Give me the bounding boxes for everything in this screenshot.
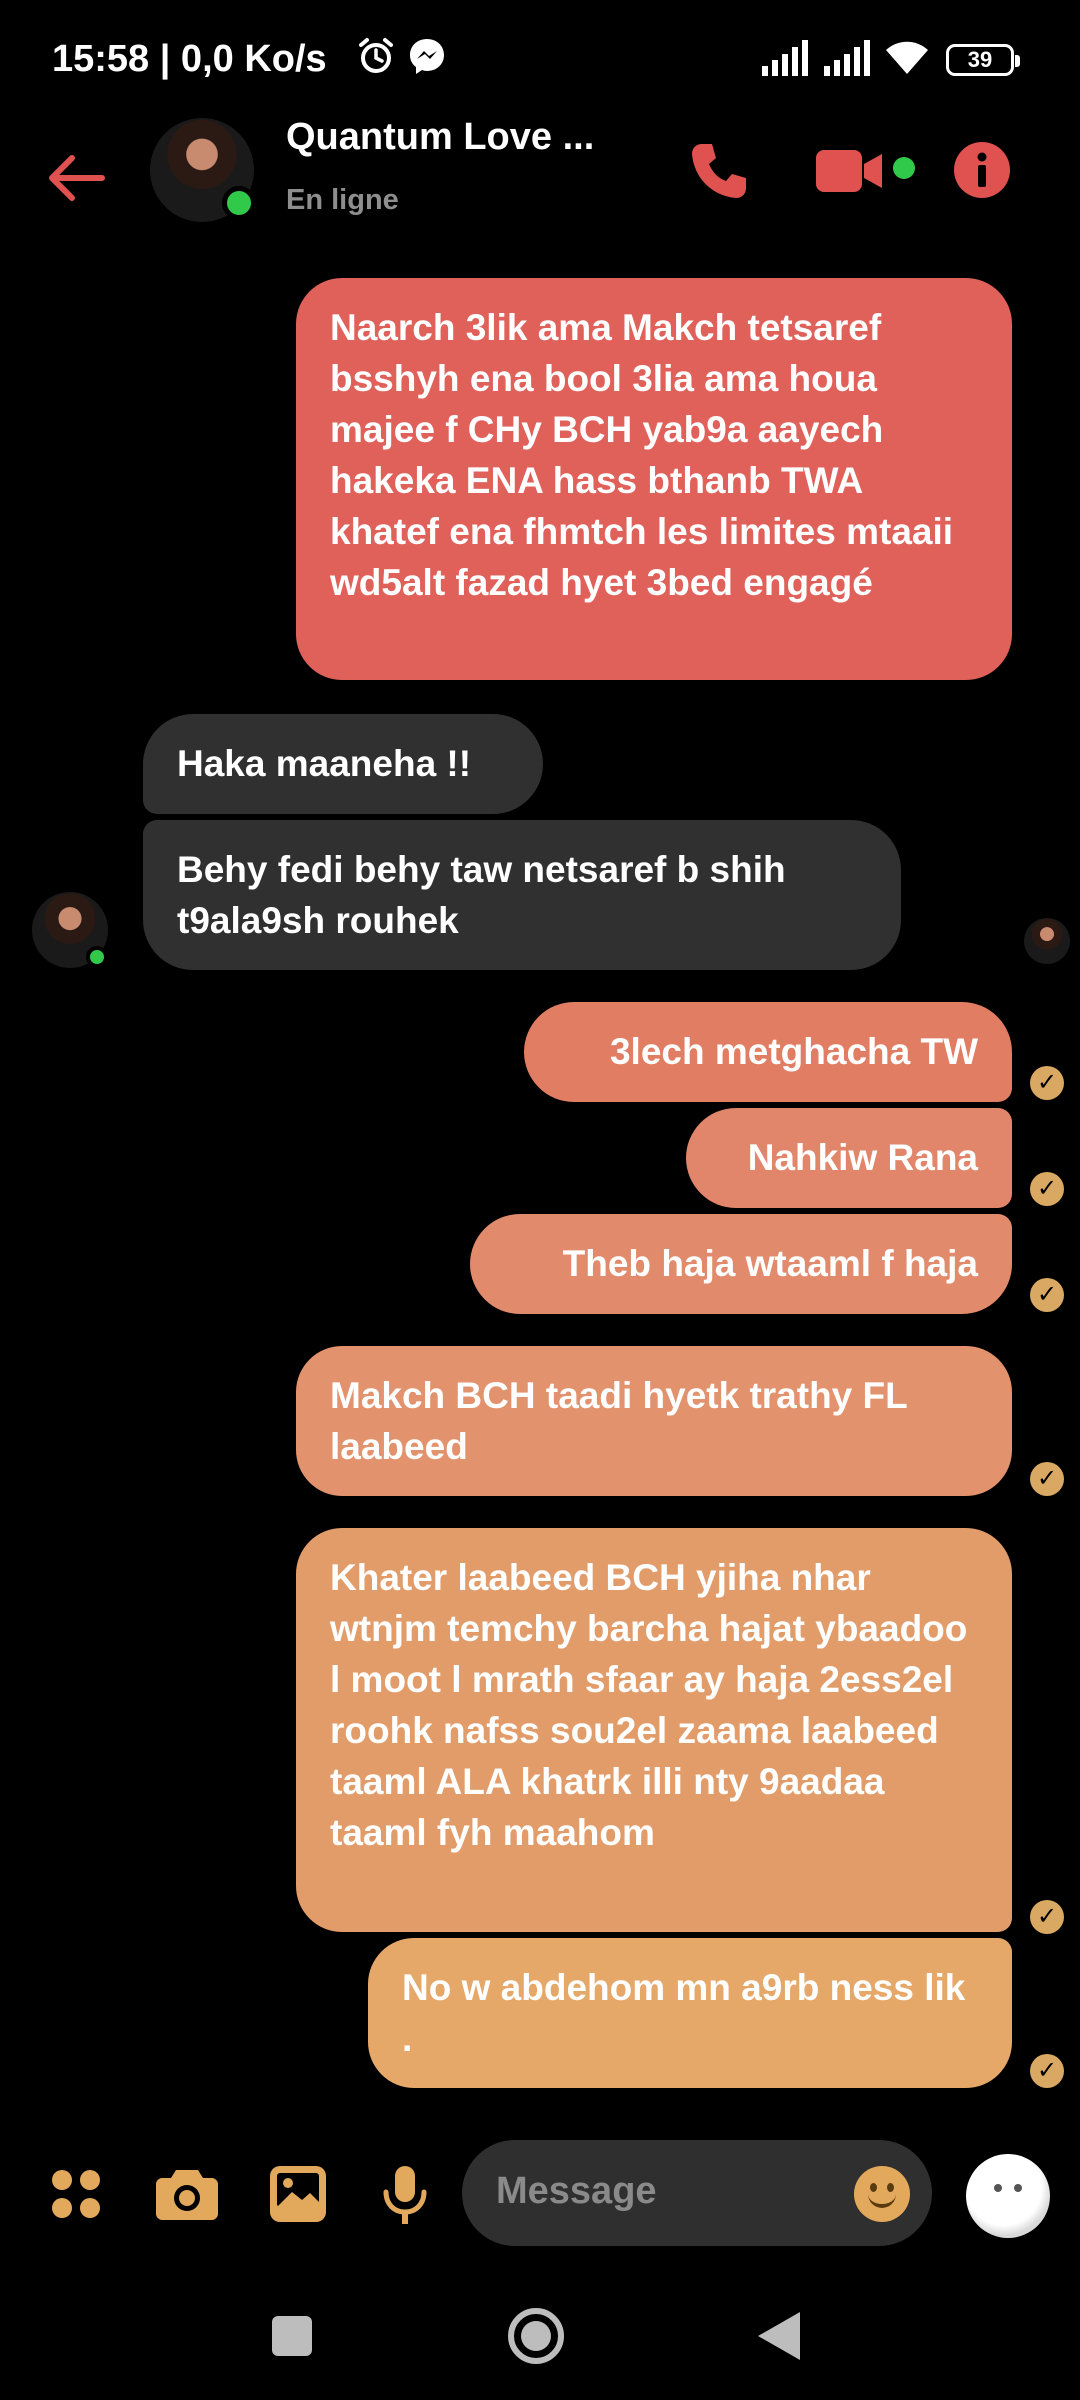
nav-home-icon[interactable] [506,2306,566,2366]
message-bubble-sent[interactable]: Nahkiw Rana [686,1108,1012,1208]
system-nav-bar [0,2290,1080,2400]
contact-name[interactable]: Quantum Love ... [286,116,594,159]
message-bubble-sent[interactable]: Theb haja wtaaml f haja [470,1214,1012,1314]
gallery-icon[interactable] [270,2166,326,2222]
signal-icon [762,40,808,76]
message-composer: Message [0,2140,1080,2260]
message-input-placeholder: Message [496,2170,657,2212]
message-input[interactable]: Message [462,2140,932,2246]
delivered-check-icon: ✓ [1030,1066,1064,1100]
messenger-icon [410,39,444,74]
conversation-header: Quantum Love ... En ligne [0,110,1080,250]
back-arrow-icon[interactable] [44,146,108,210]
message-bubble-received[interactable]: Behy fedi behy taw netsaref b shih t9ala… [143,820,901,970]
video-camera-icon[interactable] [816,148,886,194]
signal-icon [824,40,870,76]
online-indicator [86,946,108,968]
seen-avatar [1024,918,1070,964]
delivered-check-icon: ✓ [1030,1278,1064,1312]
contact-status: En ligne [286,184,399,216]
message-bubble-sent[interactable]: No w abdehom mn a9rb ness lik . [368,1938,1012,2088]
delivered-check-icon: ✓ [1030,1900,1064,1934]
camera-icon[interactable] [156,2168,218,2220]
apps-grid-icon[interactable] [50,2168,102,2220]
wifi-icon [886,41,928,74]
nav-square-icon[interactable] [270,2314,314,2358]
message-bubble-sent[interactable]: Khater laabeed BCH yjiha nhar wtnjm temc… [296,1528,1012,1932]
message-bubble-sent[interactable]: 3lech metghacha TW [524,1002,1012,1102]
status-bar: 15:58 | 0,0 Ko/s 39 [0,0,1080,120]
nav-back-icon[interactable] [756,2310,802,2362]
message-bubble-sent[interactable]: Naarch 3lik ama Makch tetsaref bsshyh en… [296,278,1012,680]
info-icon[interactable] [954,142,1010,198]
online-indicator [222,186,256,220]
sticker-icon[interactable] [966,2154,1050,2238]
delivered-check-icon: ✓ [1030,1172,1064,1206]
delivered-check-icon: ✓ [1030,2054,1064,2088]
phone-icon[interactable] [688,140,750,202]
message-bubble-sent[interactable]: Makch BCH taadi hyetk trathy FL laabeed [296,1346,1012,1496]
battery-icon: 39 [946,44,1020,76]
microphone-icon[interactable] [382,2166,428,2226]
status-time: 15:58 | 0,0 Ko/s [52,38,327,80]
message-bubble-received[interactable]: Haka maaneha !! [143,714,543,814]
alarm-icon [359,38,393,73]
active-now-dot [893,157,915,179]
emoji-icon[interactable] [854,2166,910,2222]
delivered-check-icon: ✓ [1030,1462,1064,1496]
